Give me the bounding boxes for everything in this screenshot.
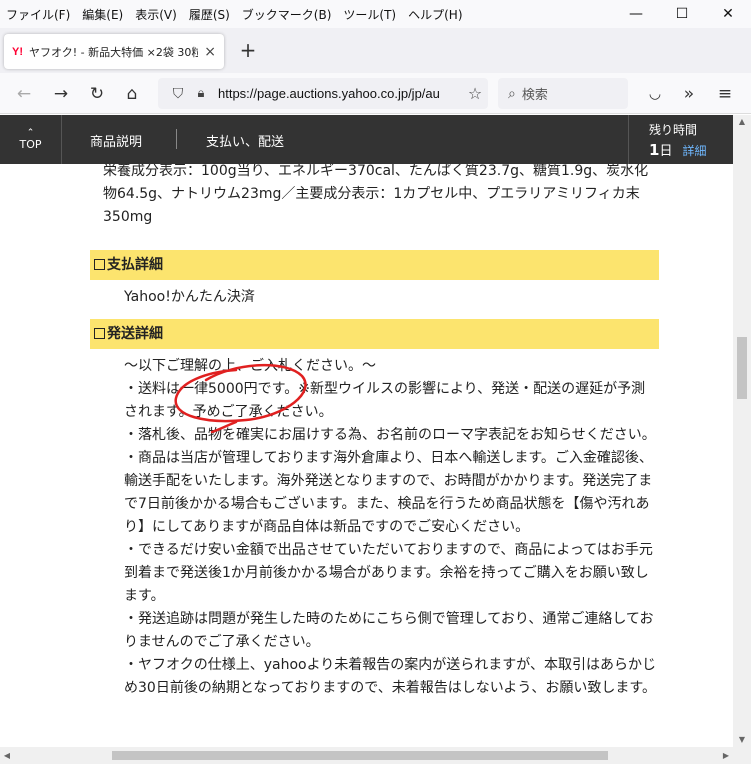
- horizontal-scroll-thumb[interactable]: [112, 751, 608, 760]
- shipping-line: ・できるだけ安い金額で出品させていただいておりますので、商品によってはお手元到着…: [124, 542, 653, 604]
- shield-icon[interactable]: ⛉: [166, 86, 190, 102]
- bookmark-star-icon[interactable]: ☆: [462, 84, 488, 103]
- new-tab-button[interactable]: +: [236, 38, 260, 62]
- back-icon[interactable]: ←: [10, 80, 38, 108]
- scroll-down-icon[interactable]: ▼: [733, 733, 751, 747]
- lock-icon[interactable]: 🔒︎: [190, 86, 212, 101]
- url-bar[interactable]: ⛉ 🔒︎ https://page.auctions.yahoo.co.jp/j…: [158, 78, 488, 109]
- checkbox-square-icon: [94, 328, 105, 339]
- remaining-time-unit: 日: [659, 144, 673, 159]
- minimize-icon[interactable]: —: [613, 0, 659, 28]
- search-placeholder: 検索: [521, 88, 548, 103]
- search-icon: ⌕: [508, 85, 516, 102]
- remaining-detail-link[interactable]: 詳細: [682, 144, 706, 158]
- vertical-scrollbar[interactable]: ▲ ▼: [733, 115, 751, 747]
- page-header: ⌃ TOP 商品説明 支払い、配送 残り時間 1日 詳細: [0, 115, 733, 164]
- hamburger-menu-icon[interactable]: ≡: [711, 80, 739, 108]
- url-text[interactable]: https://page.auctions.yahoo.co.jp/jp/au: [218, 86, 462, 101]
- tab-close-icon[interactable]: ×: [204, 44, 216, 60]
- maximize-icon[interactable]: ☐: [659, 0, 705, 28]
- payment-heading: 支払詳細: [90, 250, 659, 280]
- shipping-heading: 発送詳細: [90, 319, 659, 349]
- shipping-heading-text: 発送詳細: [107, 326, 163, 342]
- menu-tools[interactable]: ツール(T): [337, 6, 402, 23]
- scroll-right-icon[interactable]: ▶: [719, 747, 733, 764]
- remaining-time-value: 1: [649, 141, 660, 159]
- payment-heading-text: 支払詳細: [107, 257, 163, 273]
- shipping-line: ・商品は当店が管理しております海外倉庫より、日本へ輸送します。ご入金確認後、輸送…: [124, 450, 653, 535]
- close-window-icon[interactable]: ✕: [705, 0, 751, 28]
- scroll-left-icon[interactable]: ◀: [0, 747, 14, 764]
- nav-divider: [176, 129, 177, 149]
- top-button[interactable]: ⌃ TOP: [0, 115, 62, 164]
- navigation-bar: ← → ↻ ⌂ ⛉ 🔒︎ https://page.auctions.yahoo…: [0, 73, 751, 114]
- tab-title: ヤフオク! - 新品大特価 ×2袋 30粒: [29, 45, 199, 59]
- payment-method: Yahoo!かんたん決済: [124, 289, 255, 305]
- item-description: 栄養成分表示：100g当り、エネルギー370cal、たんぱく質23.7g、糖質1…: [0, 164, 733, 747]
- menu-bar: ファイル(F) 編集(E) 表示(V) 履歴(S) ブックマーク(B) ツール(…: [0, 0, 751, 28]
- yahoo-favicon-icon: Y!: [12, 45, 23, 58]
- search-input[interactable]: ⌕ 検索: [498, 78, 628, 109]
- scroll-up-icon[interactable]: ▲: [733, 115, 751, 129]
- reload-icon[interactable]: ↻: [83, 80, 111, 108]
- forward-icon[interactable]: →: [47, 80, 75, 108]
- menu-file[interactable]: ファイル(F): [0, 6, 76, 23]
- red-annotation-circle: [174, 363, 307, 434]
- nav-description-link[interactable]: 商品説明: [90, 131, 142, 150]
- menu-bookmarks[interactable]: ブックマーク(B): [236, 6, 338, 23]
- menu-history[interactable]: 履歴(S): [183, 6, 236, 23]
- vertical-scroll-thumb[interactable]: [737, 337, 747, 399]
- menu-help[interactable]: ヘルプ(H): [402, 6, 468, 23]
- pocket-icon[interactable]: ◡: [641, 80, 669, 108]
- remaining-time-label: 残り時間: [649, 123, 698, 137]
- shipping-line: ・ヤフオクの仕様上、yahooより未着報告の案内が送られますが、本取引はあらかじ…: [124, 657, 657, 696]
- nav-payment-link[interactable]: 支払い、配送: [206, 131, 284, 150]
- home-icon[interactable]: ⌂: [118, 80, 146, 108]
- up-arrow-icon: ⌃: [26, 127, 35, 138]
- checkbox-square-icon: [94, 259, 105, 270]
- top-label: TOP: [19, 137, 42, 151]
- nutrition-text: 栄養成分表示：100g当り、エネルギー370cal、たんぱく質23.7g、糖質1…: [103, 164, 649, 225]
- browser-tab[interactable]: Y! ヤフオク! - 新品大特価 ×2袋 30粒 ×: [4, 34, 224, 69]
- tab-strip: Y! ヤフオク! - 新品大特価 ×2袋 30粒 × +: [0, 28, 751, 73]
- overflow-chevron-icon[interactable]: »: [675, 80, 703, 108]
- menu-edit[interactable]: 編集(E): [76, 6, 129, 23]
- horizontal-scrollbar[interactable]: ◀ ▶: [0, 747, 733, 764]
- menu-view[interactable]: 表示(V): [129, 6, 183, 23]
- scrollbar-corner: [733, 747, 751, 764]
- remaining-time: 残り時間 1日 詳細: [628, 115, 733, 164]
- shipping-line: ・発送追跡は問題が発生した時のためにこちら側で管理しており、通常ご連絡しておりま…: [124, 611, 654, 650]
- window-controls: — ☐ ✕: [613, 0, 751, 28]
